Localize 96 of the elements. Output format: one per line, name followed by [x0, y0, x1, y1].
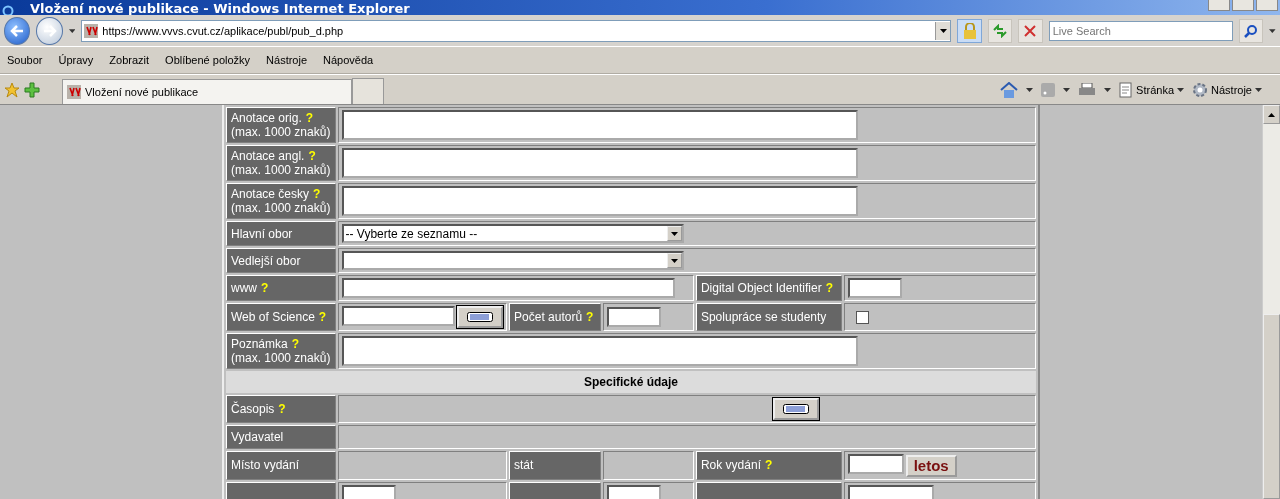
back-button[interactable]	[4, 16, 31, 45]
field-label: www	[231, 281, 257, 295]
page-icon[interactable]	[1119, 81, 1134, 98]
select-field[interactable]	[341, 251, 684, 270]
caret-icon[interactable]	[1177, 87, 1185, 92]
field-label: Počet autorů	[514, 310, 583, 325]
input-field[interactable]	[341, 484, 396, 499]
help-link[interactable]: ?	[586, 310, 594, 325]
stop-button[interactable]	[1018, 18, 1043, 43]
caret-icon[interactable]	[1255, 87, 1262, 92]
close-button[interactable]	[1256, 0, 1278, 11]
field-label: Spolupráce se studenty	[700, 310, 827, 325]
field-label: Rok vydání	[700, 458, 761, 473]
caret-icon[interactable]	[1269, 28, 1276, 33]
refresh-icon[interactable]	[992, 23, 1008, 38]
browser-tab[interactable]: Vložení nové publikace	[62, 79, 352, 104]
close-icon[interactable]	[1024, 24, 1037, 37]
minimize-button[interactable]	[1208, 0, 1230, 11]
scrollbar[interactable]	[1262, 105, 1280, 499]
menu-item[interactable]: Nápověda	[323, 54, 374, 66]
field-note: (max. 1000 znaků)	[231, 201, 331, 215]
command-button[interactable]: Stránka	[1119, 81, 1185, 98]
select-field[interactable]: -- Vyberte ze seznamu --	[341, 224, 684, 243]
lookup-button[interactable]	[772, 398, 819, 421]
field-note: (max. 1000 znaků)	[231, 125, 331, 139]
site-icon	[67, 85, 81, 99]
browser-logo-icon	[2, 5, 14, 15]
help-link[interactable]: ?	[318, 310, 327, 325]
back-arrow-icon[interactable]	[10, 24, 25, 37]
maximize-button[interactable]	[1232, 0, 1254, 11]
input-field[interactable]	[607, 484, 661, 499]
input-field[interactable]	[607, 307, 661, 328]
caret-icon[interactable]	[1026, 87, 1034, 92]
text-area[interactable]	[341, 336, 858, 367]
keyboard-icon	[782, 404, 809, 415]
input-field[interactable]	[847, 278, 902, 298]
caret-icon[interactable]	[68, 28, 76, 33]
help-link[interactable]: ?	[291, 337, 300, 352]
menu-item[interactable]: Oblíbené položky	[165, 54, 251, 66]
caret-icon[interactable]	[1063, 87, 1071, 92]
field-label: Anotace angl.	[231, 149, 305, 163]
dropdown-arrow-icon[interactable]	[939, 28, 947, 33]
help-link[interactable]: ?	[278, 402, 286, 417]
site-icon	[84, 23, 99, 38]
field-label: Digital Object Identifier	[700, 281, 822, 295]
text-area[interactable]	[341, 186, 858, 216]
field-note: (max. 1000 znaků)	[231, 163, 331, 177]
input-field[interactable]	[847, 484, 934, 499]
printer-icon[interactable]	[1078, 82, 1097, 97]
keyboard-icon	[466, 312, 493, 323]
scroll-up-icon[interactable]	[1268, 112, 1275, 117]
help-link[interactable]: ?	[308, 149, 316, 163]
dropdown-arrow-icon[interactable]	[670, 258, 678, 263]
add-favorite-icon[interactable]	[24, 81, 40, 98]
help-link[interactable]: ?	[825, 281, 833, 295]
section-header: Specifické údaje	[226, 371, 1036, 394]
text-area[interactable]	[341, 148, 858, 178]
text-area[interactable]	[341, 110, 858, 140]
menu-item[interactable]: Nástroje	[266, 54, 308, 66]
lookup-button[interactable]	[456, 306, 503, 329]
field-label: Hlavní obor	[231, 226, 293, 241]
input-field[interactable]	[847, 454, 904, 475]
dropdown-arrow-icon[interactable]	[670, 231, 678, 236]
field-label: Web of Science	[231, 310, 315, 325]
search-field[interactable]: Live Search	[1048, 20, 1233, 41]
address-field[interactable]: https://www.vvvs.cvut.cz/aplikace/publ/pub_d.php	[81, 19, 952, 42]
window-title: Vložení nové publikace - Windows Internet Explorer	[30, 2, 410, 15]
menu-item[interactable]: Úpravy	[58, 54, 94, 66]
field-label: stát	[514, 458, 534, 473]
field-label: Poznámka	[231, 337, 288, 352]
field-label: Místo vydání	[231, 458, 300, 473]
field-label: Vedlejší obor	[231, 253, 301, 268]
help-link[interactable]: ?	[764, 458, 773, 473]
help-link[interactable]: ?	[305, 111, 314, 125]
search-button[interactable]	[1238, 18, 1264, 43]
search-icon[interactable]	[1244, 23, 1259, 38]
forward-button[interactable]	[36, 16, 63, 45]
command-button[interactable]: Nástroje	[1192, 81, 1262, 98]
input-field[interactable]	[341, 278, 675, 298]
help-link[interactable]: ?	[261, 281, 269, 295]
field-label: Anotace orig.	[231, 111, 302, 125]
checkbox[interactable]	[855, 310, 869, 324]
caret-icon[interactable]	[1104, 87, 1112, 92]
star-icon[interactable]	[4, 81, 20, 98]
gear-icon[interactable]	[1192, 81, 1209, 98]
menu-item[interactable]: Soubor	[7, 54, 43, 66]
this-year-button[interactable]: letos	[905, 454, 957, 477]
input-field[interactable]	[341, 306, 455, 326]
menu-item[interactable]: Zobrazit	[109, 54, 150, 66]
field-label: Časopis	[231, 402, 275, 417]
home-icon[interactable]	[1000, 81, 1019, 98]
help-link[interactable]: ?	[313, 187, 321, 201]
field-note: (max. 1000 znaků)	[231, 351, 331, 366]
refresh-button[interactable]	[987, 18, 1013, 43]
field-label: Vydavatel	[231, 430, 284, 445]
field-label: Anotace česky	[231, 187, 310, 201]
